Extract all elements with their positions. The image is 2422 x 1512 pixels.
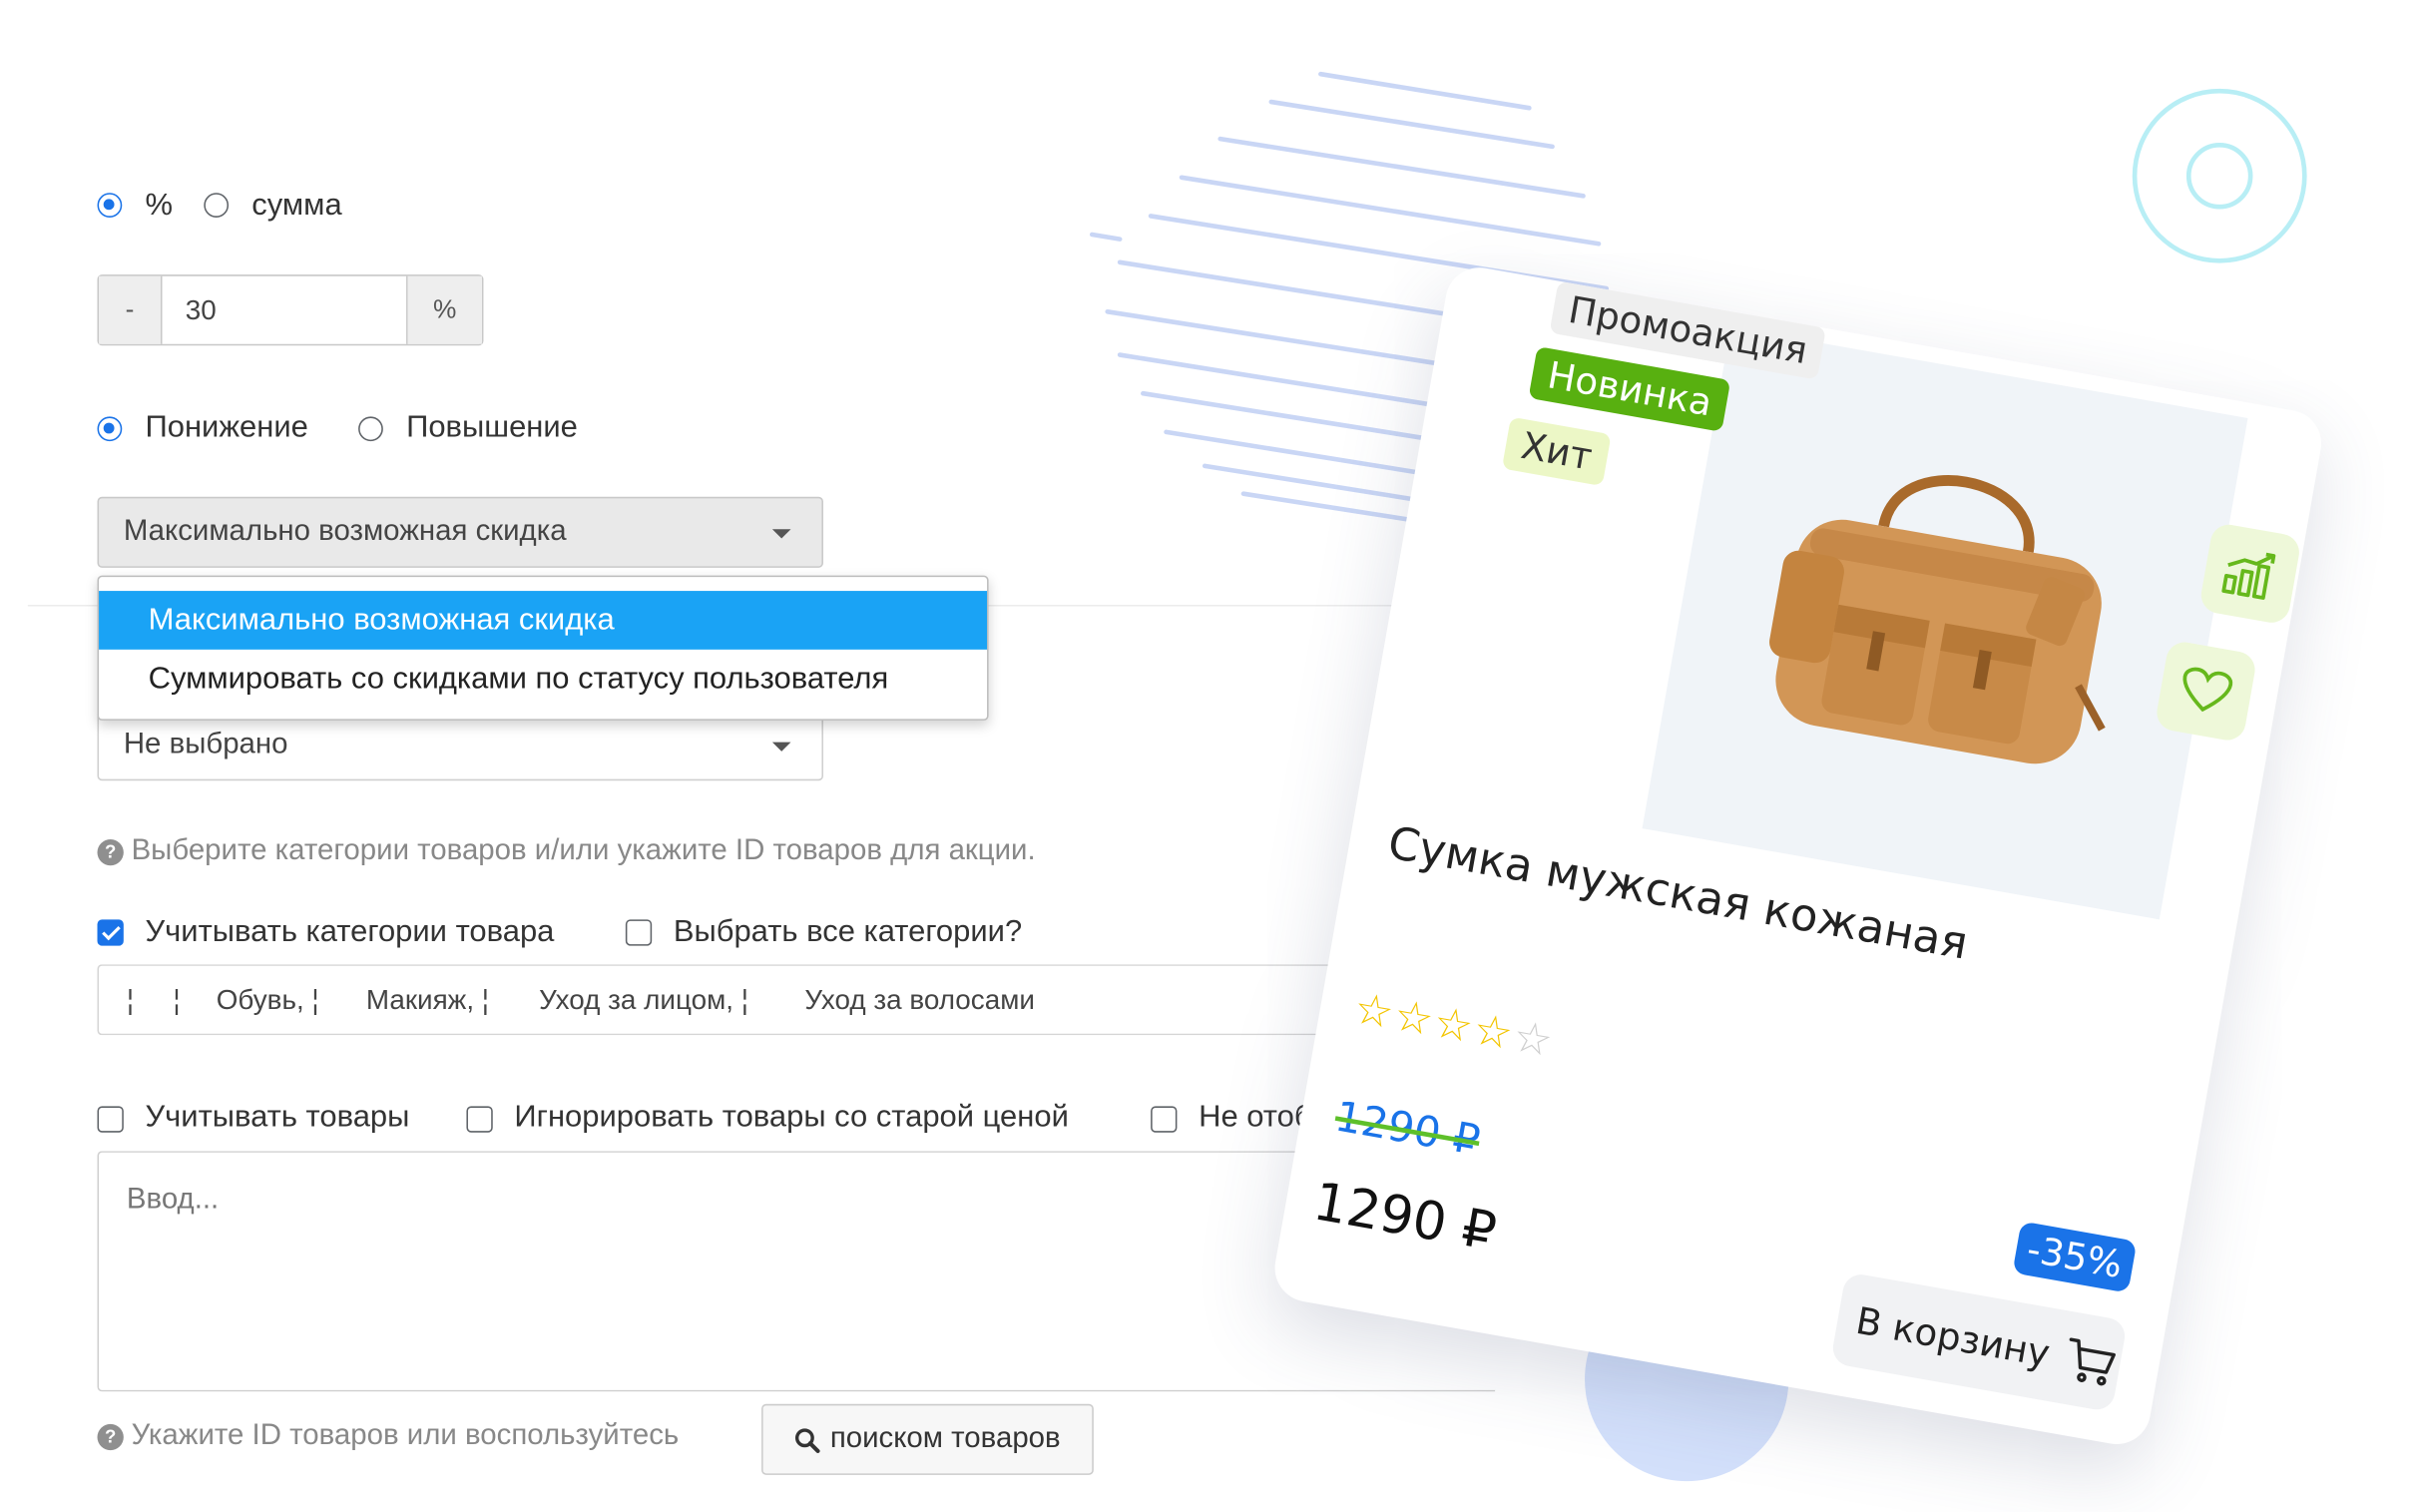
star-empty-icon: ☆ (1509, 1011, 1558, 1067)
category-item: Обувь, ¦ (216, 984, 319, 1016)
question-icon: ? (97, 1423, 124, 1450)
products-hint: ? Укажите ID товаров или воспользуйтесь (97, 1419, 680, 1453)
radio-sum-label: сумма (251, 188, 342, 223)
amount-input[interactable]: 30 (160, 275, 408, 344)
add-to-cart-button[interactable]: В корзину (1829, 1271, 2129, 1413)
radio-percent[interactable] (97, 193, 123, 218)
category-item: ¦ (173, 984, 181, 1016)
product-search-button[interactable]: поиском товаров (761, 1403, 1094, 1475)
compare-button[interactable] (2197, 521, 2302, 626)
discount-mode-select[interactable]: Максимально возможная скидка (97, 496, 823, 568)
radio-increase-label: Повышение (406, 410, 578, 445)
old-price: 1290 ₽ (1331, 1093, 1484, 1166)
radio-percent-label: % (145, 188, 174, 223)
rating-stars: ☆☆☆☆☆ (1350, 982, 1558, 1067)
chart-icon (2221, 552, 2276, 600)
checkbox-consider-categories[interactable] (97, 919, 124, 946)
decor-ring (2132, 88, 2307, 263)
secondary-select-value: Не выбрано (123, 728, 288, 761)
radio-sum[interactable] (204, 193, 230, 218)
discount-mode-dropdown: Максимально возможная скидка Суммировать… (97, 575, 989, 721)
category-item: Макияж, ¦ (365, 984, 490, 1016)
categories-hint-text: Выберите категории товаров и/или укажите… (131, 834, 1036, 867)
radio-decrease-label: Понижение (145, 410, 308, 445)
category-item: ¦ (126, 984, 135, 1016)
chevron-down-icon (771, 742, 791, 752)
product-card[interactable]: Промоакция Новинка Хит Сумка мужская кож… (1269, 261, 2327, 1450)
checkbox-consider-products[interactable] (97, 1106, 124, 1133)
question-icon: ? (97, 838, 124, 865)
product-search-label: поиском товаров (829, 1422, 1061, 1455)
category-item: Уход за лицом, ¦ (539, 984, 748, 1016)
tag-hit: Хит (1501, 416, 1612, 487)
checkbox-consider-categories-label: Учитывать категории товара (145, 914, 555, 949)
products-textarea-placeholder: Ввод... (126, 1183, 220, 1217)
radio-decrease[interactable] (97, 416, 123, 442)
discount-badge: -35% (2012, 1221, 2138, 1293)
checkbox-ignore-old-price-label: Игнорировать товары со старой ценой (514, 1100, 1069, 1135)
search-icon (795, 1427, 821, 1453)
dropdown-option-sum-discounts[interactable]: Суммировать со скидками по статусу польз… (99, 650, 987, 709)
product-image (1642, 326, 2248, 920)
categories-hint: ? Выберите категории товаров и/или укажи… (97, 834, 1036, 868)
radio-increase[interactable] (358, 416, 383, 442)
category-item: Уход за волосами (804, 984, 1035, 1016)
heart-icon (2182, 667, 2233, 713)
chevron-down-icon (771, 529, 791, 539)
amount-input-group: - 30 % (97, 274, 484, 346)
checkbox-select-all-label: Выбрать все категории? (673, 914, 1023, 949)
discount-mode-value: Максимально возможная скидка (123, 515, 567, 548)
dropdown-option-max-discount[interactable]: Максимально возможная скидка (99, 591, 988, 650)
checkbox-do-not-show[interactable] (1151, 1106, 1178, 1133)
favorite-button[interactable] (2154, 639, 2258, 744)
checkbox-select-all-categories[interactable] (625, 919, 653, 946)
cart-icon (2069, 1337, 2116, 1386)
checkbox-consider-products-label: Учитывать товары (145, 1100, 410, 1135)
products-hint-text: Укажите ID товаров или воспользуйтесь (131, 1419, 680, 1452)
checkbox-ignore-old-price[interactable] (466, 1106, 493, 1133)
bag-illustration (1769, 475, 2106, 764)
amount-minus-button[interactable]: - (99, 275, 161, 344)
categories-field[interactable]: ¦ ¦ Обувь, ¦ Макияж, ¦ Уход за лицом, ¦ … (97, 964, 1426, 1036)
current-price: 1290 ₽ (1308, 1171, 1501, 1264)
amount-unit: % (407, 275, 482, 344)
add-to-cart-label: В корзину (1852, 1298, 2054, 1376)
